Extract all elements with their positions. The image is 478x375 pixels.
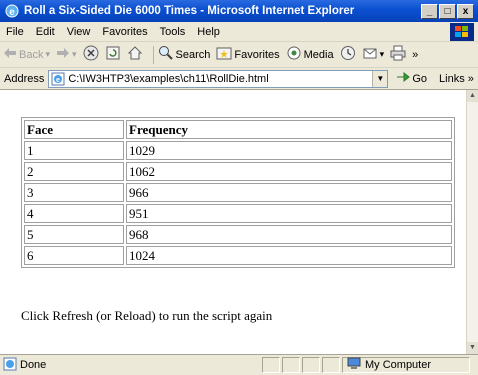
favorites-icon [216,45,232,64]
frequency-cell: 968 [126,225,452,244]
face-cell: 3 [24,183,124,202]
face-cell: 4 [24,204,124,223]
security-zone[interactable]: My Computer [342,357,470,373]
scroll-up-icon[interactable]: ▲ [467,90,478,102]
window-title: Roll a Six-Sided Die 6000 Times - Micros… [24,5,355,17]
menu-tools[interactable]: Tools [154,26,192,38]
menu-edit[interactable]: Edit [30,26,61,38]
status-text: Done [20,359,47,371]
go-label: Go [412,72,428,85]
menu-help[interactable]: Help [191,26,226,38]
address-label: Address [4,72,45,85]
mail-dropdown-icon[interactable]: ▾ [380,49,385,60]
status-bar: Done My Computer [0,354,478,375]
print-button[interactable] [390,45,406,64]
toolbar-overflow-icon[interactable]: » [412,49,418,61]
forward-button[interactable]: ▾ [56,47,77,62]
frequency-cell: 1029 [126,141,452,160]
close-button[interactable]: x [457,3,474,19]
page-done-icon [3,357,17,374]
home-button[interactable] [127,45,143,64]
menu-file[interactable]: File [0,26,30,38]
status-panel [322,357,340,373]
refresh-button[interactable] [105,45,121,64]
menu-view[interactable]: View [61,26,97,38]
face-cell: 6 [24,246,124,265]
zone-label: My Computer [365,359,432,371]
face-cell: 1 [24,141,124,160]
vertical-scrollbar[interactable]: ▲ ▼ [466,90,478,354]
page-icon: e [51,72,65,86]
frequency-cell: 1062 [126,162,452,181]
windows-logo-icon [450,22,474,41]
links-label: Links [439,72,465,85]
status-panel [282,357,300,373]
minimize-button[interactable]: _ [421,3,438,19]
forward-dropdown-icon[interactable]: ▾ [72,49,77,60]
address-dropdown-icon[interactable]: ▼ [372,70,388,87]
back-arrow-icon [3,47,17,62]
computer-icon [347,357,361,373]
page-content: Face Frequency 1 1029 2 1062 3 966 4 951… [0,90,466,354]
toolbar: Back ▾ ▾ Search Favorites Media ▾ » [0,42,478,68]
address-bar: Address e C:\IW3HTP3\examples\ch11\RollD… [0,68,478,90]
column-header-frequency: Frequency [126,120,452,139]
history-button[interactable] [340,45,356,64]
history-icon [340,45,356,64]
toolbar-separator [152,45,154,64]
search-label: Search [175,48,211,61]
table-header-row: Face Frequency [24,120,452,139]
menu-bar: File Edit View Favorites Tools Help [0,22,478,42]
table-row: 3 966 [24,183,452,202]
media-icon [286,45,302,64]
media-button[interactable]: Media [286,45,334,64]
frequency-table: Face Frequency 1 1029 2 1062 3 966 4 951… [21,117,455,268]
go-button[interactable]: Go [396,71,427,86]
table-row: 6 1024 [24,246,452,265]
back-label: Back [19,48,44,61]
status-panel [302,357,320,373]
back-button[interactable]: Back ▾ [3,47,50,62]
search-icon [158,45,174,64]
face-cell: 5 [24,225,124,244]
refresh-hint: Click Refresh (or Reload) to run the scr… [21,308,273,323]
home-icon [127,45,143,64]
links-button[interactable]: Links » [439,73,474,85]
search-button[interactable]: Search [158,45,211,64]
frequency-cell: 951 [126,204,452,223]
table-row: 4 951 [24,204,452,223]
svg-text:e: e [9,7,15,18]
table-row: 5 968 [24,225,452,244]
media-label: Media [303,48,334,61]
frequency-cell: 966 [126,183,452,202]
print-icon [390,45,406,64]
mail-icon [362,45,378,64]
favorites-label: Favorites [234,48,280,61]
address-url: C:\IW3HTP3\examples\ch11\RollDie.html [68,72,269,85]
maximize-button[interactable]: □ [439,3,456,19]
back-dropdown-icon[interactable]: ▾ [45,49,50,60]
address-input[interactable]: e C:\IW3HTP3\examples\ch11\RollDie.html … [48,69,389,88]
mail-button[interactable]: ▾ [362,45,385,64]
favorites-button[interactable]: Favorites [216,45,280,64]
stop-icon [83,45,99,64]
table-row: 1 1029 [24,141,452,160]
forward-arrow-icon [56,47,70,62]
table-row: 2 1062 [24,162,452,181]
title-bar: e Roll a Six-Sided Die 6000 Times - Micr… [0,0,478,22]
frequency-cell: 1024 [126,246,452,265]
refresh-icon [105,45,121,64]
scroll-down-icon[interactable]: ▼ [467,342,478,354]
stop-button[interactable] [83,45,99,64]
menu-favorites[interactable]: Favorites [96,26,153,38]
status-panel [262,357,280,373]
ie-icon: e [4,3,20,19]
svg-text:e: e [56,77,60,84]
go-arrow-icon [396,71,411,86]
face-cell: 2 [24,162,124,181]
column-header-face: Face [24,120,124,139]
